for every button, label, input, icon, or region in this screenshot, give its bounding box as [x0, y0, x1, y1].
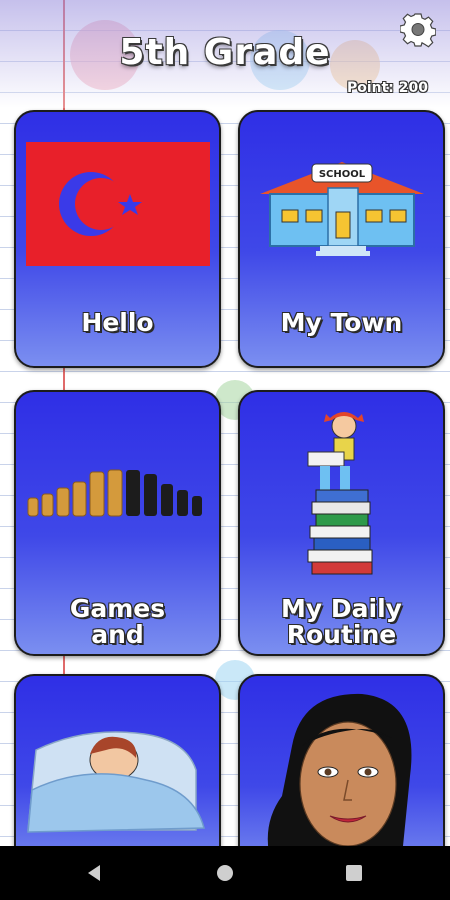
- points-counter: Point: 200: [346, 80, 428, 96]
- system-navigation-bar: [0, 846, 450, 900]
- back-triangle-icon[interactable]: [66, 846, 126, 900]
- card-games[interactable]: Games and: [14, 390, 221, 656]
- card-games-label-line2: and: [91, 620, 144, 649]
- card-my-daily-routine[interactable]: My Daily Routine: [238, 390, 445, 656]
- card-my-daily-routine-label-line1: My Daily: [281, 594, 402, 623]
- recents-square-icon[interactable]: [324, 846, 384, 900]
- page-title: 5th Grade: [119, 32, 331, 73]
- svg-text:SCHOOL: SCHOOL: [319, 169, 366, 180]
- card-my-town[interactable]: SCHOOL My Town: [238, 110, 445, 368]
- school-building-icon: SCHOOL: [260, 162, 424, 256]
- card-hello[interactable]: Hello: [14, 110, 221, 368]
- chess-pieces-icon: [27, 469, 202, 517]
- turkish-flag-icon: [26, 142, 210, 266]
- gear-icon[interactable]: [400, 12, 436, 48]
- card-my-daily-routine-label-line2: Routine: [286, 620, 397, 649]
- girl-reading-books-icon: [307, 412, 373, 575]
- card-games-label-line1: Games: [69, 594, 166, 623]
- card-my-town-label: My Town: [280, 308, 403, 337]
- home-circle-icon[interactable]: [195, 846, 255, 900]
- sick-child-in-bed-icon: [27, 731, 205, 833]
- card-hello-label: Hello: [81, 308, 154, 337]
